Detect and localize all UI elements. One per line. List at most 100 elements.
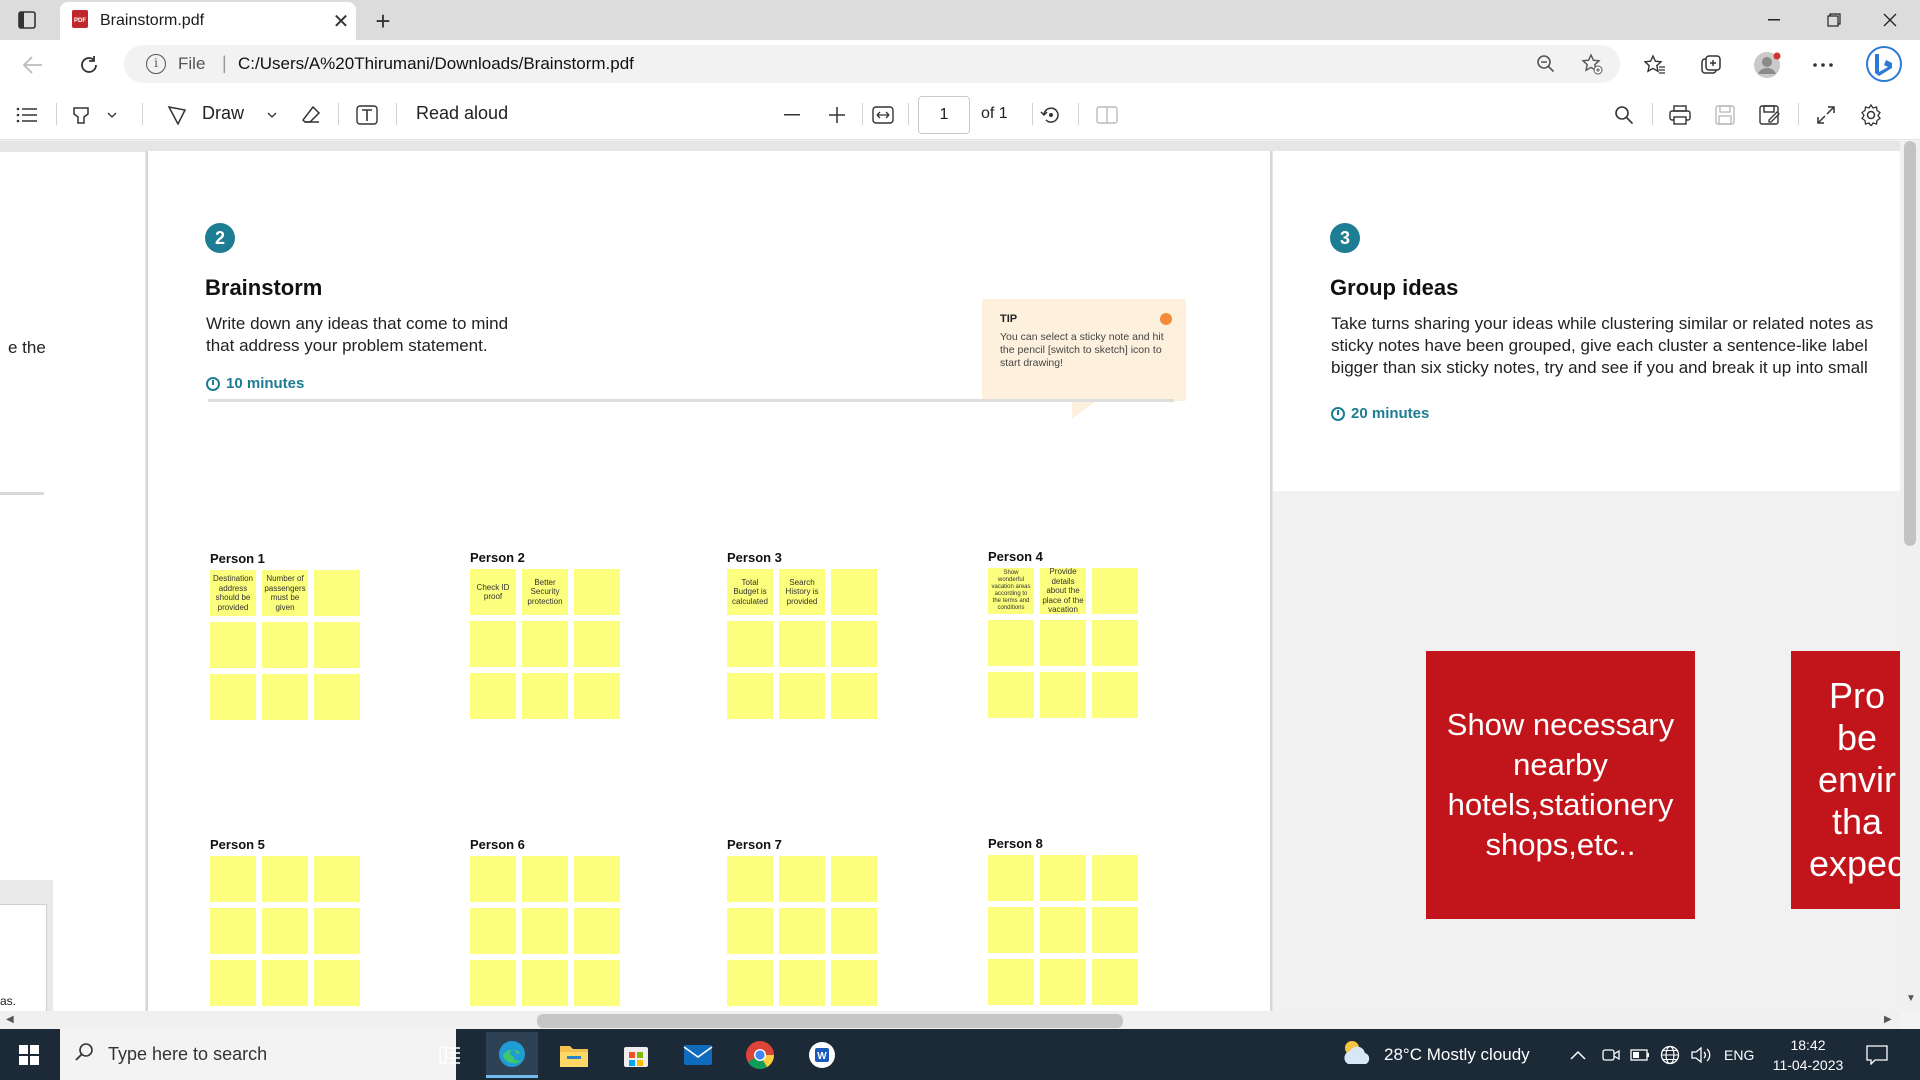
url-text[interactable]: C:/Users/A%20Thirumani/Downloads/Brainst… [238, 54, 634, 74]
sticky-note[interactable] [262, 674, 308, 720]
sticky-note[interactable] [314, 674, 360, 720]
sticky-note[interactable] [470, 856, 516, 902]
sticky-note[interactable] [988, 620, 1034, 666]
sticky-note[interactable] [522, 621, 568, 667]
sticky-note[interactable] [470, 908, 516, 954]
horizontal-scroll-thumb[interactable] [537, 1014, 1123, 1028]
notification-center-icon[interactable] [1866, 1029, 1888, 1080]
microsoft-store-icon[interactable] [610, 1032, 662, 1078]
sticky-note[interactable]: Check ID proof [470, 569, 516, 615]
more-options-icon[interactable] [1806, 48, 1840, 82]
sticky-note[interactable] [574, 569, 620, 615]
sticky-note[interactable]: Total Budget is calculated [727, 569, 773, 615]
sticky-note[interactable] [1040, 620, 1086, 666]
chrome-browser-icon[interactable] [734, 1032, 786, 1078]
zoom-out-minus-icon[interactable] [777, 100, 807, 130]
show-hidden-icons-chevron-up-icon[interactable] [1570, 1029, 1586, 1080]
fit-to-width-icon[interactable] [868, 100, 898, 130]
volume-speaker-icon[interactable] [1690, 1029, 1712, 1080]
table-of-contents-icon[interactable] [12, 100, 42, 130]
sticky-note[interactable] [831, 908, 877, 954]
site-info-icon[interactable]: i [146, 54, 166, 74]
sticky-note[interactable] [522, 908, 568, 954]
sticky-note[interactable] [831, 673, 877, 719]
sticky-note[interactable] [727, 960, 773, 1006]
file-explorer-icon[interactable] [548, 1032, 600, 1078]
sticky-note[interactable] [1092, 907, 1138, 953]
draw-pen-icon[interactable] [162, 100, 192, 130]
sticky-note[interactable] [779, 856, 825, 902]
sticky-note[interactable] [1092, 620, 1138, 666]
sticky-note[interactable] [1092, 672, 1138, 718]
network-globe-icon[interactable] [1660, 1029, 1680, 1080]
eraser-icon[interactable] [296, 100, 326, 130]
sticky-note[interactable] [574, 960, 620, 1006]
sticky-note[interactable] [522, 856, 568, 902]
tab-brainstorm-pdf[interactable]: PDF Brainstorm.pdf ✕ [60, 2, 356, 40]
sticky-note[interactable] [988, 672, 1034, 718]
sticky-note[interactable] [831, 960, 877, 1006]
sticky-note[interactable] [314, 856, 360, 902]
sticky-note[interactable] [779, 621, 825, 667]
refresh-icon[interactable] [72, 48, 106, 82]
highlight-options-chevron-down-icon[interactable] [102, 100, 122, 130]
sticky-note[interactable] [1040, 855, 1086, 901]
horizontal-scrollbar[interactable]: ◀ ▶ [0, 1011, 1900, 1029]
sticky-note[interactable] [574, 621, 620, 667]
close-tab-icon[interactable]: ✕ [326, 6, 356, 36]
idea-cluster-card-partial[interactable]: Pro be envir tha expec [1791, 651, 1900, 909]
sticky-note[interactable] [1040, 959, 1086, 1005]
minimize-window-button[interactable] [1746, 0, 1802, 40]
scroll-down-arrow-icon[interactable]: ▼ [1906, 993, 1916, 1004]
sticky-note[interactable] [779, 908, 825, 954]
sticky-note[interactable]: Provide details about the place of the v… [1040, 568, 1086, 614]
sticky-note[interactable] [314, 570, 360, 616]
sticky-note[interactable] [988, 959, 1034, 1005]
sticky-note[interactable] [314, 908, 360, 954]
sticky-note[interactable] [470, 673, 516, 719]
scroll-left-arrow-icon[interactable]: ◀ [6, 1014, 14, 1025]
add-favorite-icon[interactable] [1578, 50, 1606, 78]
sticky-note[interactable]: Search History is provided [779, 569, 825, 615]
sticky-note[interactable] [727, 673, 773, 719]
read-aloud-button[interactable]: Read aloud [416, 103, 508, 124]
sticky-note[interactable]: Number of passengers must be given [262, 570, 308, 616]
battery-icon[interactable] [1630, 1029, 1650, 1080]
vertical-scrollbar[interactable]: ▼ [1900, 141, 1920, 1011]
input-language[interactable]: ENG [1724, 1029, 1754, 1080]
sticky-note[interactable] [1092, 568, 1138, 614]
sticky-note[interactable] [210, 856, 256, 902]
sticky-note[interactable] [1040, 672, 1086, 718]
address-bar[interactable]: i File | C:/Users/A%20Thirumani/Download… [124, 45, 1620, 83]
windows-start-icon[interactable] [0, 1029, 58, 1080]
sticky-note[interactable] [727, 856, 773, 902]
sticky-note[interactable] [1040, 907, 1086, 953]
sticky-note[interactable] [831, 856, 877, 902]
sticky-note[interactable] [522, 673, 568, 719]
meet-now-icon[interactable] [1602, 1029, 1620, 1080]
highlight-icon[interactable] [66, 100, 96, 130]
mail-icon[interactable] [672, 1032, 724, 1078]
task-view-icon[interactable] [424, 1032, 476, 1078]
sticky-note[interactable] [522, 960, 568, 1006]
sticky-note[interactable] [779, 673, 825, 719]
add-text-icon[interactable] [352, 100, 382, 130]
sticky-note[interactable]: Destination address should be provided [210, 570, 256, 616]
vertical-scroll-thumb[interactable] [1904, 141, 1916, 546]
sticky-note[interactable] [831, 569, 877, 615]
draw-button[interactable]: Draw [202, 103, 244, 124]
rotate-icon[interactable] [1036, 100, 1066, 130]
find-search-icon[interactable] [1609, 100, 1639, 130]
taskbar-search-box[interactable]: Type here to search [60, 1029, 456, 1080]
sticky-note[interactable] [1092, 959, 1138, 1005]
print-icon[interactable] [1665, 100, 1695, 130]
sticky-note[interactable] [314, 622, 360, 668]
zoom-out-icon[interactable] [1532, 50, 1560, 78]
tab-actions-icon[interactable] [16, 9, 38, 31]
settings-gear-icon[interactable] [1856, 100, 1886, 130]
sticky-note[interactable] [831, 621, 877, 667]
favorites-icon[interactable] [1638, 48, 1672, 82]
restore-window-button[interactable] [1806, 0, 1862, 40]
sticky-note[interactable] [210, 674, 256, 720]
edge-browser-icon[interactable] [486, 1032, 538, 1078]
